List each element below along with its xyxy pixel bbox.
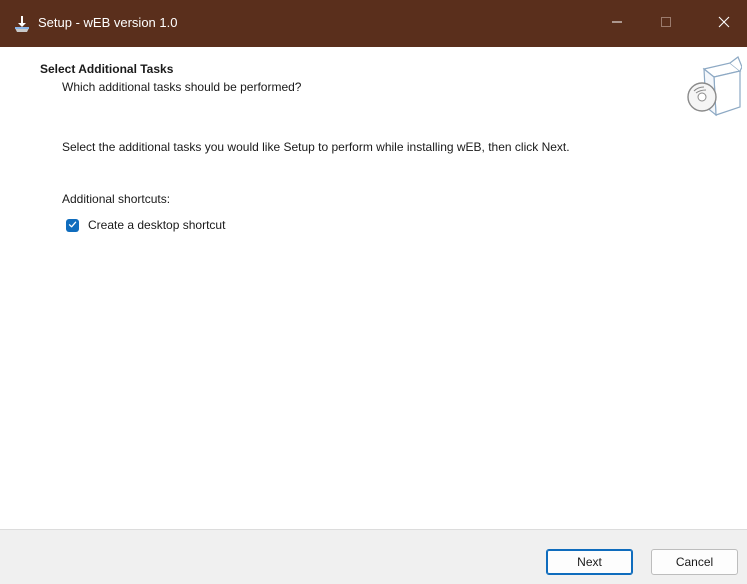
close-button[interactable] — [701, 0, 747, 47]
close-icon — [718, 16, 730, 31]
app-installer-icon — [12, 14, 32, 34]
desktop-shortcut-label: Create a desktop shortcut — [88, 218, 226, 232]
wizard-footer: Next Cancel — [0, 529, 747, 584]
instruction-text: Select the additional tasks you would li… — [62, 140, 570, 154]
minimize-button[interactable] — [594, 0, 640, 47]
setup-box-disc-icon — [686, 53, 743, 117]
next-button[interactable]: Next — [546, 549, 633, 575]
desktop-shortcut-checkbox[interactable] — [66, 218, 79, 232]
minimize-icon — [611, 16, 623, 31]
shortcuts-group-label: Additional shortcuts: — [62, 192, 171, 206]
window-title: Setup - wEB version 1.0 — [38, 15, 178, 30]
maximize-button[interactable] — [643, 0, 689, 47]
title-bar[interactable]: Setup - wEB version 1.0 — [0, 0, 747, 47]
maximize-icon — [660, 16, 672, 31]
page-title: Select Additional Tasks — [40, 62, 174, 76]
desktop-shortcut-option[interactable]: Create a desktop shortcut — [66, 218, 225, 232]
page-subtitle: Which additional tasks should be perform… — [62, 80, 302, 94]
wizard-header: Select Additional Tasks Which additional… — [0, 47, 747, 127]
checkmark-icon — [68, 218, 77, 232]
cancel-button[interactable]: Cancel — [651, 549, 738, 575]
setup-window: Setup - wEB version 1.0 Select Additiona… — [0, 0, 747, 584]
